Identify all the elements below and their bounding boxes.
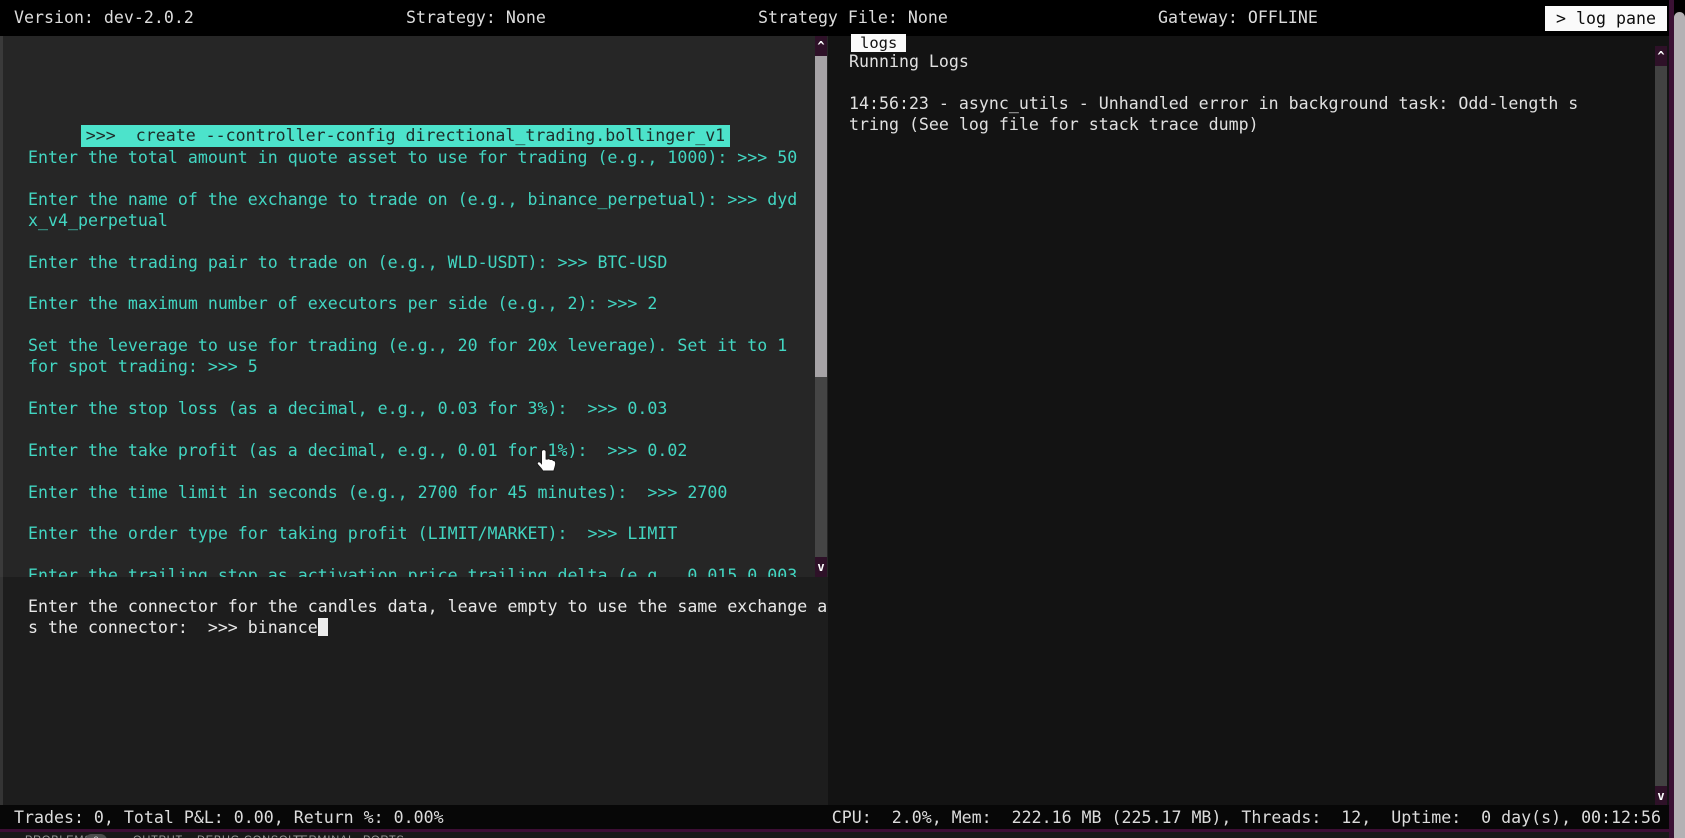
scroll-up-icon[interactable]: ^ [815, 36, 827, 56]
tab-debug-console[interactable]: DEBUG CONSOLE [197, 834, 303, 838]
scrollbar-track[interactable] [815, 377, 827, 557]
strategy-label: Strategy: None [406, 8, 546, 28]
input-prompt-line1: Enter the connector for the candles data… [28, 597, 827, 616]
running-logs-text: Running Logs 14:56:23 - async_utils - Un… [849, 52, 1578, 136]
app-scrollbar-thumb[interactable] [1674, 12, 1685, 838]
top-status-bar: Version: dev-2.0.2 Strategy: None Strate… [0, 0, 1685, 36]
trades-pnl-status: Trades: 0, Total P&L: 0.00, Return %: 0.… [14, 808, 444, 827]
scroll-up-icon[interactable]: ^ [1655, 46, 1667, 66]
problems-count-badge: 2 [85, 834, 107, 838]
scrollbar-thumb[interactable] [815, 56, 827, 377]
scroll-down-icon[interactable]: v [1655, 786, 1667, 806]
scroll-down-icon[interactable]: v [815, 557, 827, 577]
tab-output[interactable]: OUTPUT [133, 834, 183, 838]
system-resources-status: CPU: 2.0%, Mem: 222.16 MB (225.17 MB), T… [832, 808, 1661, 827]
input-prompt-text[interactable]: Enter the connector for the candles data… [28, 597, 827, 639]
hummingbot-terminal-window: Version: dev-2.0.2 Strategy: None Strate… [0, 0, 1685, 838]
bottom-status-bar: Trades: 0, Total P&L: 0.00, Return %: 0.… [0, 805, 1685, 829]
tab-problems[interactable]: PROBLEMS [25, 834, 93, 838]
strategy-file-label: Strategy File: None [758, 8, 948, 28]
text-cursor [318, 618, 328, 636]
gateway-status-label: Gateway: OFFLINE [1158, 8, 1318, 28]
log-scrollbar[interactable]: ^ v [1655, 46, 1667, 806]
terminal-input-pane[interactable]: Enter the connector for the candles data… [0, 577, 828, 805]
tab-ports[interactable]: PORTS [363, 834, 405, 838]
version-label: Version: dev-2.0.2 [14, 8, 194, 28]
tab-logs[interactable]: logs [851, 34, 906, 52]
highlighted-command-text: >>> create --controller-config direction… [81, 125, 730, 147]
output-scrollbar[interactable]: ^ v [815, 36, 827, 577]
terminal-output-text: Enter the total amount in quote asset to… [28, 148, 797, 577]
input-prompt-line2: s the connector: >>> binance [28, 618, 318, 637]
tab-terminal[interactable]: TERMINAL [293, 834, 355, 838]
vscode-panel-tabs: PROBLEMS 2 OUTPUT DEBUG CONSOLE TERMINAL… [0, 832, 1685, 838]
terminal-output-pane[interactable]: >>> create --controller-config direction… [0, 36, 828, 577]
log-pane-toggle-button[interactable]: > log pane [1545, 6, 1667, 31]
scrollbar-track[interactable] [1655, 66, 1667, 786]
log-pane: logs Running Logs 14:56:23 - async_utils… [828, 36, 1685, 805]
